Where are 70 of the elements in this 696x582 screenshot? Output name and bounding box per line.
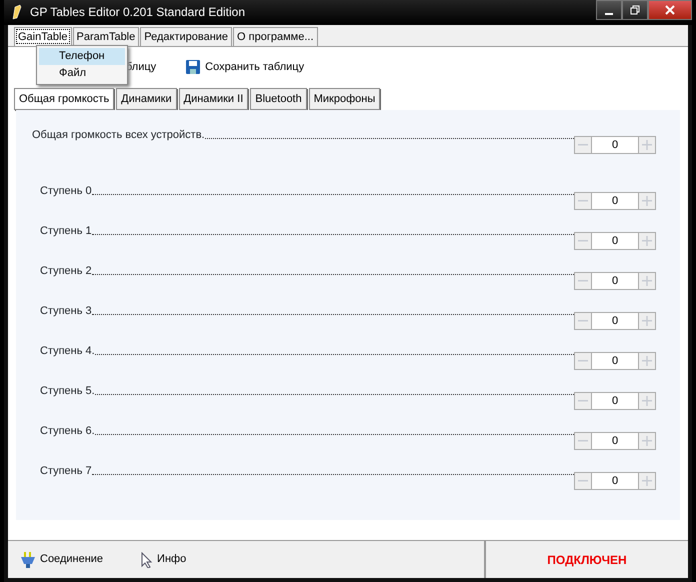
- setting-label: Ступень 0: [39, 184, 92, 198]
- value-field[interactable]: 0: [592, 232, 638, 250]
- menu-item[interactable]: Файл: [39, 64, 125, 82]
- value-field[interactable]: 0: [592, 472, 638, 490]
- status-item[interactable]: Соединение: [20, 551, 104, 568]
- minimize-button[interactable]: [596, 0, 622, 20]
- increment-button[interactable]: [638, 192, 656, 210]
- tab[interactable]: Динамики: [116, 88, 177, 110]
- connection-status: ПОДКЛЮЧЕН: [546, 552, 628, 568]
- plug-icon: [20, 552, 36, 568]
- decrement-button[interactable]: [574, 432, 592, 450]
- setting-label: Ступень 2: [39, 264, 92, 278]
- decrement-button[interactable]: [574, 392, 592, 410]
- plus-icon: [642, 396, 652, 406]
- restore-button[interactable]: [622, 0, 648, 20]
- increment-button[interactable]: [638, 136, 656, 154]
- toolbar-button[interactable]: Сохранить таблицу: [186, 59, 304, 76]
- tab[interactable]: Динамики II: [178, 88, 248, 110]
- value-field[interactable]: 0: [592, 192, 638, 210]
- decrement-button[interactable]: [574, 192, 592, 210]
- tab[interactable]: О программе...: [233, 26, 318, 46]
- decrement-button[interactable]: [574, 352, 592, 370]
- setting-label: Ступень 3: [39, 304, 92, 318]
- decrement-button[interactable]: [574, 272, 592, 290]
- setting-label: Ступень 1: [39, 224, 92, 238]
- increment-button[interactable]: [638, 352, 656, 370]
- tab[interactable]: Bluetooth: [250, 88, 307, 110]
- cursor-icon: [141, 552, 154, 568]
- decrement-button[interactable]: [574, 472, 592, 490]
- setting-label: Ступень 6.: [39, 424, 95, 438]
- value-field[interactable]: 0: [592, 352, 638, 370]
- setting-label: Ступень 7: [39, 464, 92, 478]
- close-icon: [664, 5, 676, 16]
- decrement-button[interactable]: [574, 136, 592, 154]
- plus-icon: [642, 276, 652, 286]
- value-field[interactable]: 0: [592, 392, 638, 410]
- tab[interactable]: Общая громкость: [14, 88, 114, 110]
- tab[interactable]: Редактирование: [140, 26, 232, 46]
- pencil-icon: [12, 4, 22, 20]
- value-field[interactable]: 0: [592, 312, 638, 330]
- setting-label: Общая громкость всех устройств.: [32, 128, 205, 142]
- increment-button[interactable]: [638, 392, 656, 410]
- value-field[interactable]: 0: [592, 432, 638, 450]
- setting-label: Ступень 5.: [39, 384, 95, 398]
- plus-icon: [642, 316, 652, 326]
- plus-icon: [642, 140, 652, 150]
- minimize-icon: [605, 13, 613, 16]
- decrement-button[interactable]: [574, 232, 592, 250]
- plus-icon: [642, 436, 652, 446]
- increment-button[interactable]: [638, 432, 656, 450]
- increment-button[interactable]: [638, 312, 656, 330]
- tab[interactable]: Микрофоны: [308, 88, 380, 110]
- value-field[interactable]: 0: [592, 136, 638, 154]
- increment-button[interactable]: [638, 272, 656, 290]
- value-field[interactable]: 0: [592, 272, 638, 290]
- tab[interactable]: ParamTable: [72, 26, 140, 46]
- decrement-button[interactable]: [574, 312, 592, 330]
- increment-button[interactable]: [638, 232, 656, 250]
- setting-label: Ступень 4.: [39, 344, 95, 358]
- plus-icon: [642, 236, 652, 246]
- tab[interactable]: GainTable: [14, 26, 72, 46]
- menu-item[interactable]: Телефон: [39, 48, 125, 64]
- plus-icon: [642, 196, 652, 206]
- close-button[interactable]: [648, 0, 692, 20]
- status-item[interactable]: Инфо: [141, 551, 186, 568]
- increment-button[interactable]: [638, 472, 656, 490]
- restore-icon: [630, 5, 640, 16]
- plus-icon: [642, 356, 652, 366]
- plus-icon: [642, 476, 652, 486]
- window-title: GP Tables Editor 0.201 Standard Edition: [30, 4, 246, 22]
